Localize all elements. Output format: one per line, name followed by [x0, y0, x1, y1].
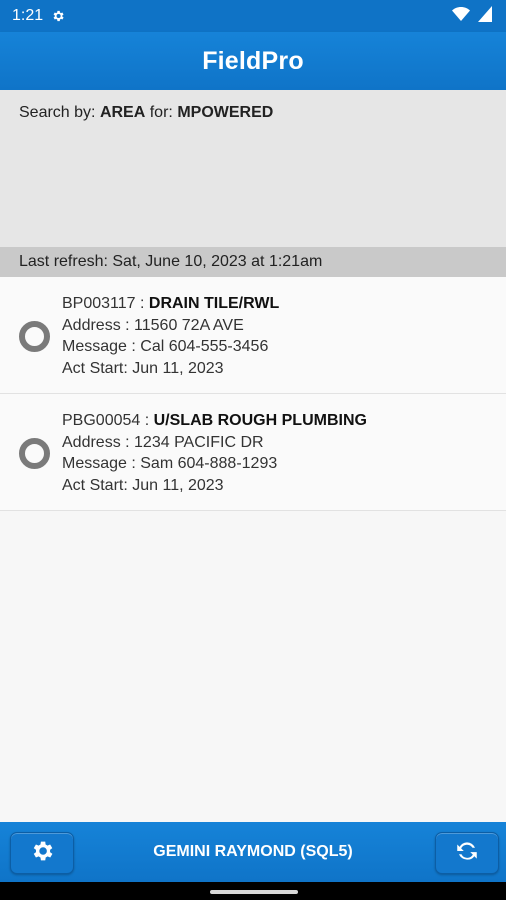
item-code: BP003117	[62, 295, 136, 312]
item-title-line: BP003117 : DRAIN TILE/RWL	[62, 293, 279, 315]
search-by-label: Search by:	[19, 104, 96, 121]
status-time: 1:21	[12, 7, 44, 24]
item-title-line: PBG00054 : U/SLAB ROUGH PLUMBING	[62, 410, 367, 432]
search-for-value: MPOWERED	[177, 104, 274, 121]
last-refresh-text: Last refresh: Sat, June 10, 2023 at 1:21…	[19, 253, 323, 270]
item-act-start: Act Start: Jun 11, 2023	[62, 476, 224, 494]
settings-button[interactable]	[10, 832, 74, 874]
item-separator: :	[135, 295, 149, 312]
item-separator: :	[140, 412, 154, 429]
radio-button[interactable]	[19, 438, 50, 469]
search-for-label: for:	[149, 104, 173, 121]
gear-icon	[51, 9, 65, 23]
item-job: U/SLAB ROUGH PLUMBING	[153, 412, 367, 429]
sync-icon	[454, 838, 480, 869]
item-act-start: Act Start: Jun 11, 2023	[62, 359, 224, 377]
list-item-details: BP003117 : DRAIN TILE/RWL Address : 1156…	[62, 293, 279, 379]
app-bar: FieldPro	[0, 32, 506, 90]
last-refresh-bar: Last refresh: Sat, June 10, 2023 at 1:21…	[0, 247, 506, 277]
list-item[interactable]: PBG00054 : U/SLAB ROUGH PLUMBING Address…	[0, 394, 506, 511]
item-job: DRAIN TILE/RWL	[148, 295, 280, 312]
home-indicator[interactable]	[210, 890, 298, 894]
item-code: PBG00054	[62, 412, 141, 429]
status-bar: 1:21	[0, 0, 506, 32]
wifi-icon	[452, 6, 470, 26]
item-address: Address : 11560 72A AVE	[62, 316, 244, 334]
search-criteria-panel: Search by: AREA for: MPOWERED	[0, 90, 506, 247]
settings-icon	[29, 838, 55, 869]
system-navigation-bar	[0, 882, 506, 900]
sync-button[interactable]	[435, 832, 499, 874]
search-by-value: AREA	[99, 104, 146, 121]
item-message: Message : Sam 604-888-1293	[62, 455, 278, 472]
list-item-details: PBG00054 : U/SLAB ROUGH PLUMBING Address…	[62, 410, 367, 496]
radio-button[interactable]	[19, 321, 50, 352]
user-name-label: GEMINI RAYMOND (SQL5)	[153, 843, 353, 860]
item-message: Message : Cal 604-555-3456	[62, 338, 269, 355]
battery-icon	[478, 5, 492, 27]
bottom-bar: GEMINI RAYMOND (SQL5)	[0, 822, 506, 882]
item-address: Address : 1234 PACIFIC DR	[62, 433, 264, 451]
list-item[interactable]: BP003117 : DRAIN TILE/RWL Address : 1156…	[0, 277, 506, 394]
app-title: FieldPro	[202, 46, 304, 75]
inspection-list: BP003117 : DRAIN TILE/RWL Address : 1156…	[0, 277, 506, 511]
